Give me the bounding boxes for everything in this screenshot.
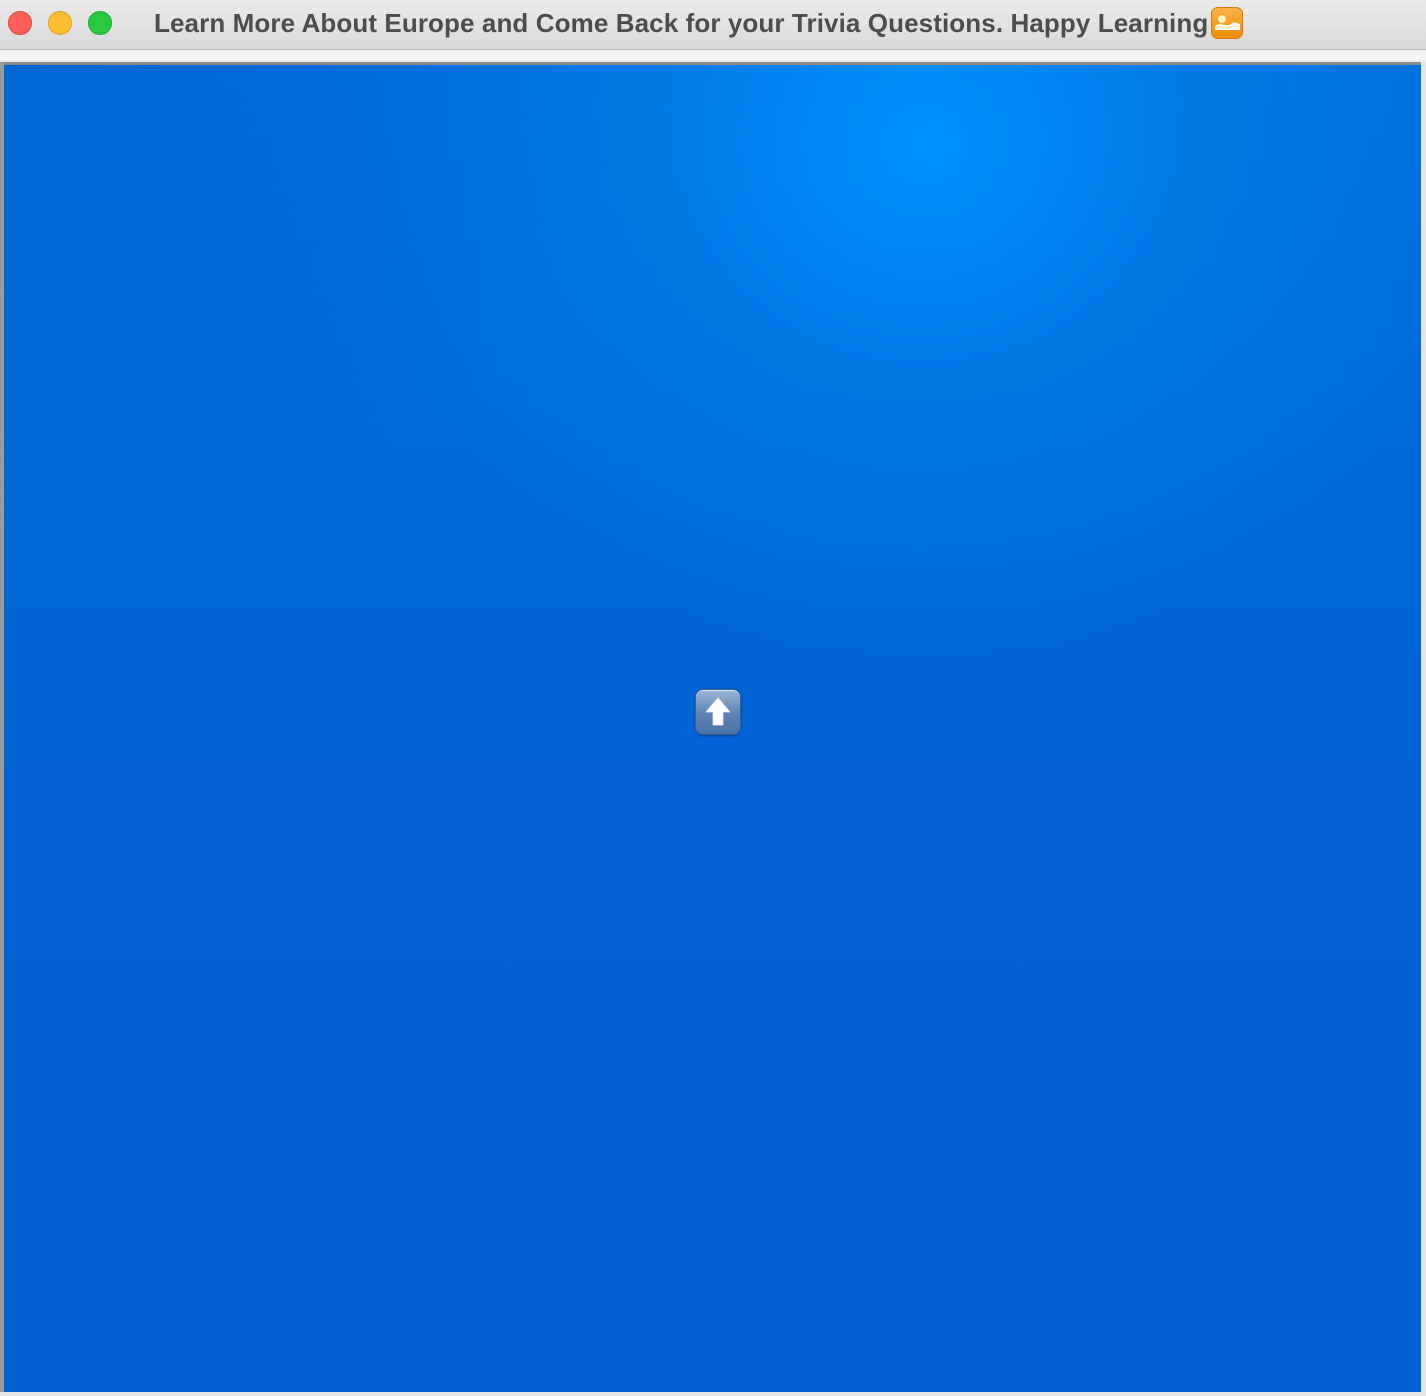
sunrise-over-mountains-icon: [1211, 7, 1244, 39]
app-window: Learn More About Europe and Come Back fo…: [0, 0, 1426, 1396]
title-separator: [0, 50, 1426, 60]
window-right-border: [1421, 62, 1426, 1396]
window-title: Learn More About Europe and Come Back fo…: [154, 6, 1244, 40]
content-area: [4, 62, 1421, 1392]
minimize-window-button[interactable]: [48, 11, 72, 35]
window-title-text: Learn More About Europe and Come Back fo…: [154, 7, 1209, 38]
up-arrow-icon: [705, 697, 731, 726]
zoom-window-button[interactable]: [88, 11, 112, 35]
title-bar[interactable]: Learn More About Europe and Come Back fo…: [0, 0, 1426, 50]
window-bottom-border: [0, 1392, 1426, 1396]
up-arrow-button[interactable]: [695, 689, 741, 735]
close-window-button[interactable]: [8, 11, 32, 35]
